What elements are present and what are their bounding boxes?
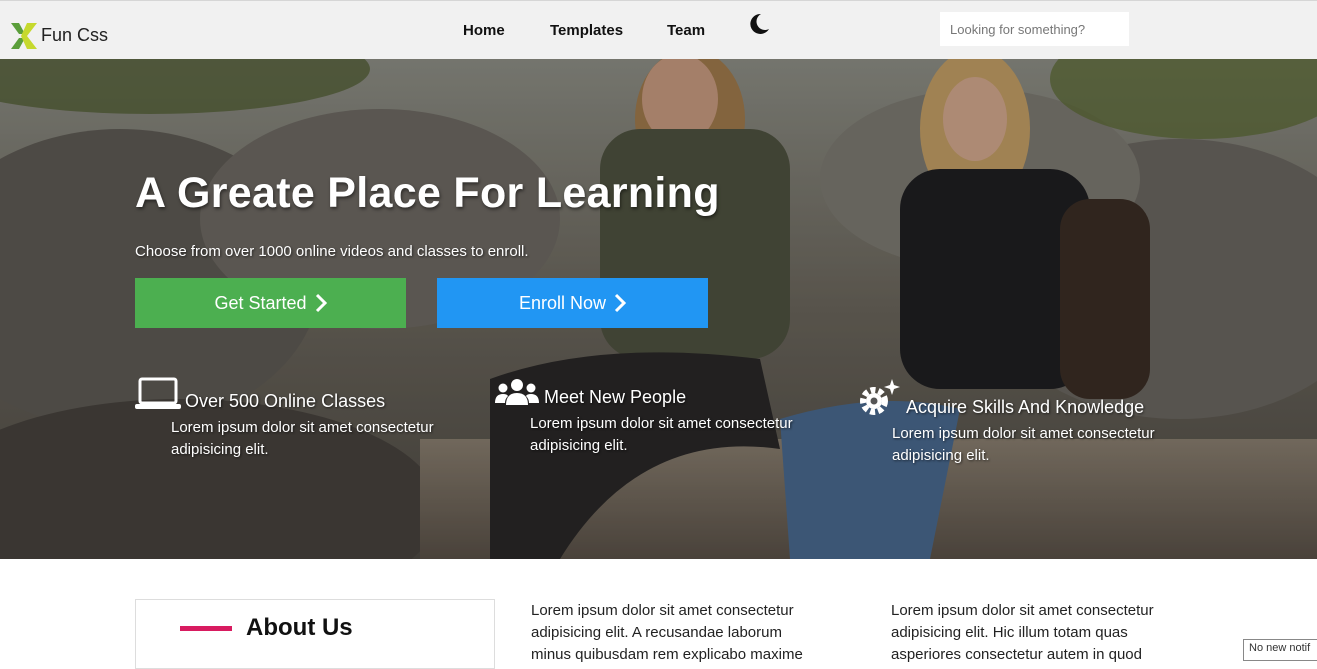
feature-meet-people: Meet New People Lorem ipsum dolor sit am… [494, 377, 824, 457]
gears-icon [860, 379, 900, 415]
feature-text: Lorem ipsum dolor sit amet consectetur a… [892, 425, 1155, 464]
top-navbar: Fun Css Home Templates Team [0, 0, 1317, 59]
get-started-label: Get Started [214, 292, 307, 313]
x-logo-icon [11, 23, 37, 49]
feature-online-classes: Over 500 Online Classes Lorem ipsum dolo… [135, 377, 465, 461]
brand-name: Fun Css [41, 24, 109, 45]
chevron-right-icon [614, 293, 627, 313]
get-started-button[interactable]: Get Started [135, 278, 406, 328]
about-title: About Us [246, 614, 353, 641]
feature-acquire-skills: Acquire Skills And Knowledge Lorem ipsum… [856, 377, 1186, 467]
hero-title: A Greate Place For Learning [135, 169, 720, 217]
nav-link-templates[interactable]: Templates [550, 22, 623, 39]
search-input[interactable] [940, 12, 1129, 46]
nav-link-home[interactable]: Home [463, 22, 505, 39]
laptop-icon [135, 377, 181, 409]
people-icon [495, 379, 539, 405]
feature-header: Meet New People [494, 377, 824, 407]
dark-mode-moon-icon[interactable] [750, 13, 770, 35]
feature-text: Lorem ipsum dolor sit amet consectetur a… [171, 419, 434, 458]
notification-toast: No new notif [1243, 639, 1317, 661]
hero-subtitle: Choose from over 1000 online videos and … [135, 243, 529, 260]
accent-bar [180, 626, 232, 631]
about-column-text: Lorem ipsum dolor sit amet consectetur a… [531, 602, 803, 663]
enroll-now-button[interactable]: Enroll Now [437, 278, 708, 328]
brand-logo[interactable]: Fun Css [9, 21, 108, 51]
feature-header: Over 500 Online Classes [135, 377, 465, 411]
feature-text: Lorem ipsum dolor sit amet consectetur a… [530, 415, 793, 454]
about-card: About Us [135, 599, 495, 669]
hero-section: A Greate Place For Learning Choose from … [0, 59, 1317, 559]
about-column-text: Lorem ipsum dolor sit amet consectetur a… [891, 602, 1154, 663]
feature-header: Acquire Skills And Knowledge [856, 377, 1186, 417]
feature-title: Over 500 Online Classes [185, 391, 386, 411]
enroll-now-label: Enroll Now [518, 292, 607, 313]
chevron-right-icon [315, 293, 327, 313]
feature-title: Acquire Skills And Knowledge [906, 397, 1145, 417]
feature-title: Meet New People [544, 387, 687, 407]
nav-link-team[interactable]: Team [667, 22, 705, 39]
